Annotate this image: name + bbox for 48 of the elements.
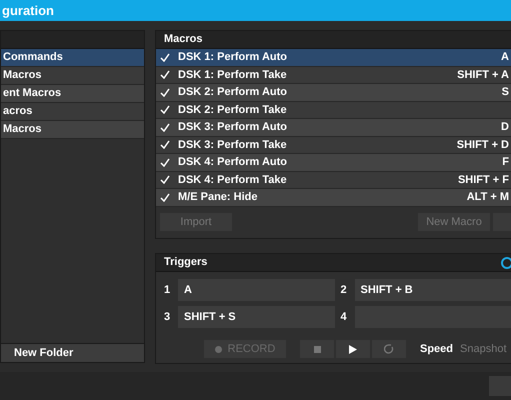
macro-row[interactable]: DSK 1: Perform Auto A xyxy=(156,49,511,66)
slot-number: 4 xyxy=(340,310,348,325)
macro-row[interactable]: DSK 3: Perform Auto D xyxy=(156,119,511,136)
trigger-field[interactable]: SHIFT + S xyxy=(178,306,334,328)
macro-shortcut: S xyxy=(502,85,509,100)
macro-name: DSK 4: Perform Auto xyxy=(178,155,287,170)
new-folder-button[interactable]: New Folder xyxy=(1,343,144,362)
panel-title: Triggers xyxy=(164,255,208,270)
macro-row[interactable]: DSK 4: Perform Take SHIFT + F xyxy=(156,172,511,189)
stop-icon xyxy=(314,346,320,352)
macro-row[interactable]: M/E Pane: Hide ALT + M xyxy=(156,189,511,206)
macro-row[interactable]: DSK 1: Perform Take SHIFT + A xyxy=(156,66,511,84)
macro-name: DSK 2: Perform Take xyxy=(178,102,287,118)
macro-row[interactable]: DSK 3: Perform Take SHIFT + D xyxy=(156,136,511,154)
folder-item[interactable]: Commands xyxy=(1,49,144,67)
loop-icon xyxy=(384,344,394,354)
macro-name: M/E Pane: Hide xyxy=(178,190,258,205)
macro-name: DSK 2: Perform Auto xyxy=(178,85,287,100)
macro-shortcut: SHIFT + D xyxy=(456,138,509,152)
folder-item[interactable]: Macros xyxy=(1,121,144,139)
play-icon xyxy=(349,344,357,354)
window-title: guration xyxy=(2,2,54,20)
macro-row[interactable]: DSK 2: Perform Take xyxy=(156,102,511,119)
macro-name: DSK 4: Perform Take xyxy=(178,172,287,188)
mode-tab[interactable]: Speed xyxy=(420,340,454,358)
macro-row[interactable]: DSK 2: Perform Auto S xyxy=(156,84,511,102)
slot-number: 1 xyxy=(164,282,172,298)
macro-shortcut: D xyxy=(501,120,509,135)
folder-item[interactable]: ent Macros xyxy=(1,85,144,103)
macro-row[interactable]: DSK 4: Perform Auto F xyxy=(156,154,511,172)
panel-title: Macros xyxy=(164,32,203,48)
slot-number: 2 xyxy=(340,282,348,298)
macro-shortcut: ALT + M xyxy=(466,190,509,205)
slot-number: 3 xyxy=(164,310,172,325)
macro-shortcut: A xyxy=(501,50,509,65)
macro-name: DSK 3: Perform Auto xyxy=(178,120,287,135)
info-icon[interactable] xyxy=(501,256,511,268)
macro-shortcut: SHIFT + F xyxy=(458,172,509,188)
trigger-field[interactable]: SHIFT + B xyxy=(354,279,511,301)
macro-name: DSK 1: Perform Take xyxy=(178,68,287,82)
folder-item[interactable]: Macros xyxy=(1,67,144,85)
trigger-field[interactable]: A xyxy=(178,279,334,301)
macro-name: DSK 1: Perform Auto xyxy=(178,50,287,65)
folder-item[interactable]: acros xyxy=(1,103,144,121)
play-button[interactable] xyxy=(336,340,370,358)
macro-name: DSK 3: Perform Take xyxy=(178,138,287,152)
macro-shortcut: SHIFT + A xyxy=(457,68,509,82)
macro-shortcut: F xyxy=(502,155,509,170)
